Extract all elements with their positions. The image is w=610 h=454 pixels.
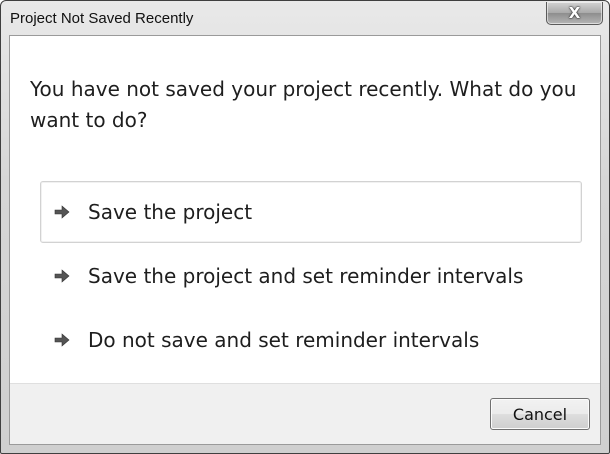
- arrow-right-icon: [54, 269, 70, 283]
- title-bar[interactable]: Project Not Saved Recently X: [1, 1, 609, 35]
- close-button[interactable]: X: [546, 2, 603, 25]
- close-icon: X: [568, 4, 581, 22]
- command-link-label: Save the project and set reminder interv…: [88, 264, 524, 288]
- command-link-dont-save-set-reminder[interactable]: Do not save and set reminder intervals: [40, 309, 582, 371]
- dialog-footer: Cancel: [10, 383, 600, 444]
- main-instruction: You have not saved your project recently…: [30, 77, 577, 132]
- arrow-right-icon: [54, 205, 70, 219]
- arrow-right-icon: [54, 333, 70, 347]
- dialog-content: You have not saved your project recently…: [9, 35, 601, 445]
- command-link-label: Do not save and set reminder intervals: [88, 328, 480, 352]
- cancel-button[interactable]: Cancel: [490, 398, 590, 430]
- command-link-label: Save the project: [88, 200, 253, 224]
- window-title: Project Not Saved Recently: [10, 10, 194, 27]
- dialog-window: Project Not Saved Recently X You have no…: [0, 0, 610, 454]
- command-link-save-project[interactable]: Save the project: [40, 181, 582, 243]
- command-link-save-and-set-reminder[interactable]: Save the project and set reminder interv…: [40, 245, 582, 307]
